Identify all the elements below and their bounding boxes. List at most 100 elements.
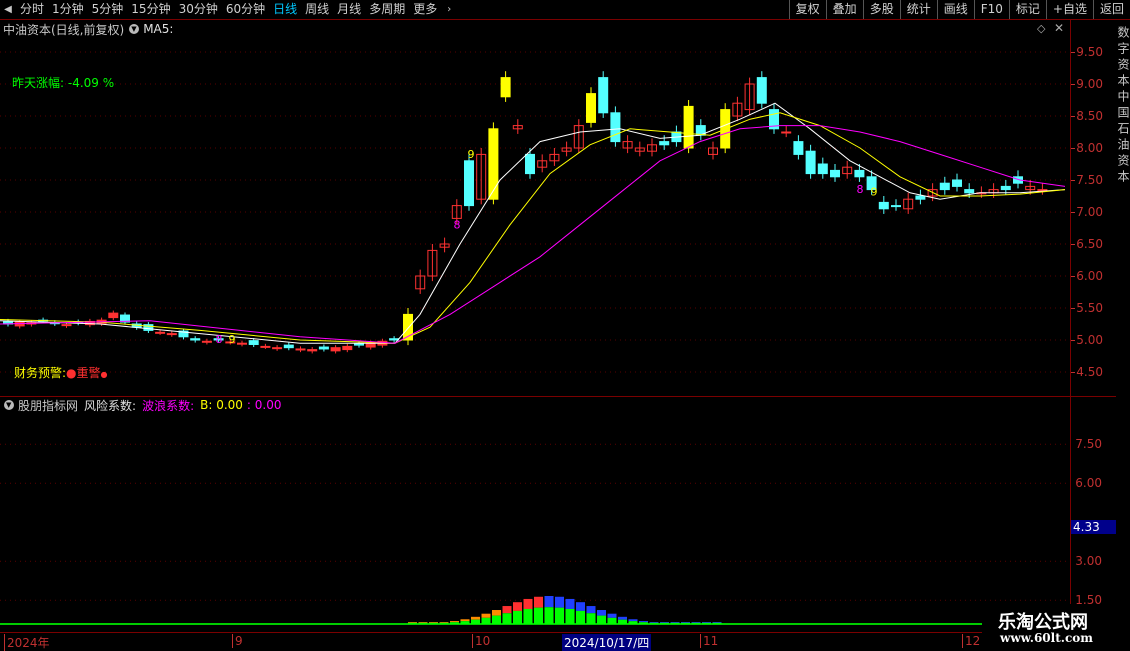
period-tab[interactable]: 分时 <box>16 0 48 19</box>
yesterday-change-value: -4.09 % <box>67 76 115 90</box>
indicator-bar-bottom <box>523 608 533 624</box>
candle-body <box>330 347 341 352</box>
side-strip-text: 数字资本中国石油资本 <box>1116 26 1130 186</box>
indicator-bar-bottom <box>544 607 554 624</box>
price-tick: 6.00 <box>1076 269 1103 283</box>
indicator-tick: 7.50 <box>1075 437 1102 452</box>
indicator-bar-top <box>565 598 575 609</box>
period-tab[interactable]: 30分钟 <box>175 0 222 19</box>
candle-body <box>61 324 72 327</box>
candle-body <box>830 169 840 178</box>
candle-body <box>817 163 828 175</box>
period-tab[interactable]: 60分钟 <box>222 0 269 19</box>
period-tab[interactable]: 1分钟 <box>48 0 88 19</box>
indicator-bar-bottom <box>439 622 449 624</box>
diamond-icon[interactable]: ◇ <box>1037 22 1045 35</box>
candlestick-chart[interactable]: 8 9898 9 <box>0 38 1070 396</box>
indicator-bar-bottom <box>702 622 711 624</box>
indicator-bar-bottom <box>471 619 480 624</box>
indicator-tick: 3.00 <box>1075 554 1102 569</box>
risk-label: 风险系数: <box>84 398 137 413</box>
indicator-bar-top <box>460 619 470 622</box>
candle-body <box>854 169 865 178</box>
main-chart-title-bar: 中油资本(日线,前复权) ▼ MA5: <box>0 20 173 38</box>
price-tick: 9.50 <box>1076 45 1103 59</box>
indicator-name: 股朋指标网 <box>18 398 79 413</box>
indicator-bar-bottom <box>639 622 648 624</box>
indicator-title-bar: ▼ 股朋指标网 风险系数: 波浪系数: B: 0.00 : 0.00 <box>0 397 282 413</box>
price-tick: 4.50 <box>1076 365 1103 379</box>
period-tab[interactable]: 15分钟 <box>127 0 174 19</box>
axis-tick-mark <box>1071 340 1075 341</box>
indicator-bar-top <box>691 622 701 623</box>
toolbar-button[interactable]: F10 <box>973 0 1009 19</box>
candle-body <box>793 141 804 155</box>
axis-tick-mark <box>1071 116 1075 117</box>
indicator-bar-bottom <box>418 622 428 624</box>
selected-date-label: 2024/10/17/四 <box>562 634 652 651</box>
indicator-bar-top <box>639 621 648 623</box>
indicator-chart[interactable] <box>0 414 1070 632</box>
indicator-bar-bottom <box>670 622 680 624</box>
indicator-bar-top <box>607 613 617 618</box>
indicator-bar-bottom <box>691 622 701 624</box>
indicator-bar-top <box>408 622 417 623</box>
candle-body <box>805 150 816 175</box>
period-tab[interactable]: 多周期 <box>365 0 409 19</box>
side-info-strip: 数字资本中国石油资本 <box>1116 20 1130 632</box>
date-label: 10 <box>472 634 490 648</box>
indicator-bar-top <box>418 622 428 623</box>
indicator-bar-top <box>544 596 554 608</box>
candle-body <box>781 131 792 134</box>
axis-tick-mark <box>1071 244 1075 245</box>
toolbar-button[interactable]: +自选 <box>1045 0 1093 19</box>
indicator-bar-top <box>712 622 722 623</box>
axis-tick-mark <box>1071 276 1075 277</box>
yesterday-change: 昨天涨幅: -4.09 % <box>12 74 114 91</box>
indicator-bar-bottom <box>534 607 543 624</box>
candle-body <box>295 348 306 351</box>
close-icon[interactable]: ✕ <box>1054 21 1064 35</box>
chart-settings-icon[interactable]: ▼ <box>129 24 140 34</box>
indicator-bar-top <box>576 602 585 611</box>
indicator-bar-top <box>597 610 606 616</box>
indicator-bar-top <box>513 602 522 611</box>
toolbar-button[interactable]: 叠加 <box>825 0 863 19</box>
count-label: 9 <box>871 186 878 199</box>
toolbar-button[interactable]: 复权 <box>788 0 826 19</box>
indicator-bar-bottom <box>681 622 690 624</box>
axis-tick-mark <box>1071 180 1075 181</box>
toolbar-left-arrow-icon[interactable]: ◀ <box>0 0 16 19</box>
indicator-bar-bottom <box>513 610 522 624</box>
axis-tick-mark <box>1071 212 1075 213</box>
period-tab[interactable]: 5分钟 <box>88 0 128 19</box>
toolbar-button[interactable]: 统计 <box>899 0 937 19</box>
indicator-bar-bottom <box>555 607 564 624</box>
indicator-bar-top <box>523 598 533 609</box>
period-tab[interactable]: 月线 <box>333 0 365 19</box>
count-label: 9 <box>468 148 475 161</box>
toolbar-button[interactable]: 多股 <box>862 0 900 19</box>
indicator-bar-bottom <box>492 615 501 624</box>
toolbar-button[interactable]: 标记 <box>1008 0 1046 19</box>
candle-body <box>318 346 329 350</box>
period-tab[interactable]: 日线 <box>269 0 301 19</box>
period-tab[interactable]: 周线 <box>301 0 333 19</box>
b-value: B: 0.00 <box>200 398 243 412</box>
period-tab[interactable]: 更多 <box>409 0 441 19</box>
candle-body <box>354 343 364 346</box>
indicator-bar-top <box>429 622 438 623</box>
indicator-bar-top <box>555 596 564 608</box>
b-extra: : 0.00 <box>246 398 282 412</box>
candle-body <box>878 201 889 210</box>
price-tick: 6.50 <box>1076 237 1103 251</box>
indicator-axis: 7.50 6.00 4.33 3.00 1.50 <box>1070 414 1125 632</box>
toolbar-button[interactable]: 返回 <box>1092 0 1130 19</box>
candle-body <box>1037 189 1048 192</box>
candle-body <box>500 77 511 98</box>
finance-alert: 财务预警:●重警● <box>14 364 108 381</box>
axis-tick-mark <box>1071 52 1075 53</box>
toolbar-more-arrow-icon[interactable]: › <box>441 0 457 19</box>
indicator-settings-icon[interactable]: ▼ <box>4 400 14 410</box>
toolbar-button[interactable]: 画线 <box>936 0 974 19</box>
